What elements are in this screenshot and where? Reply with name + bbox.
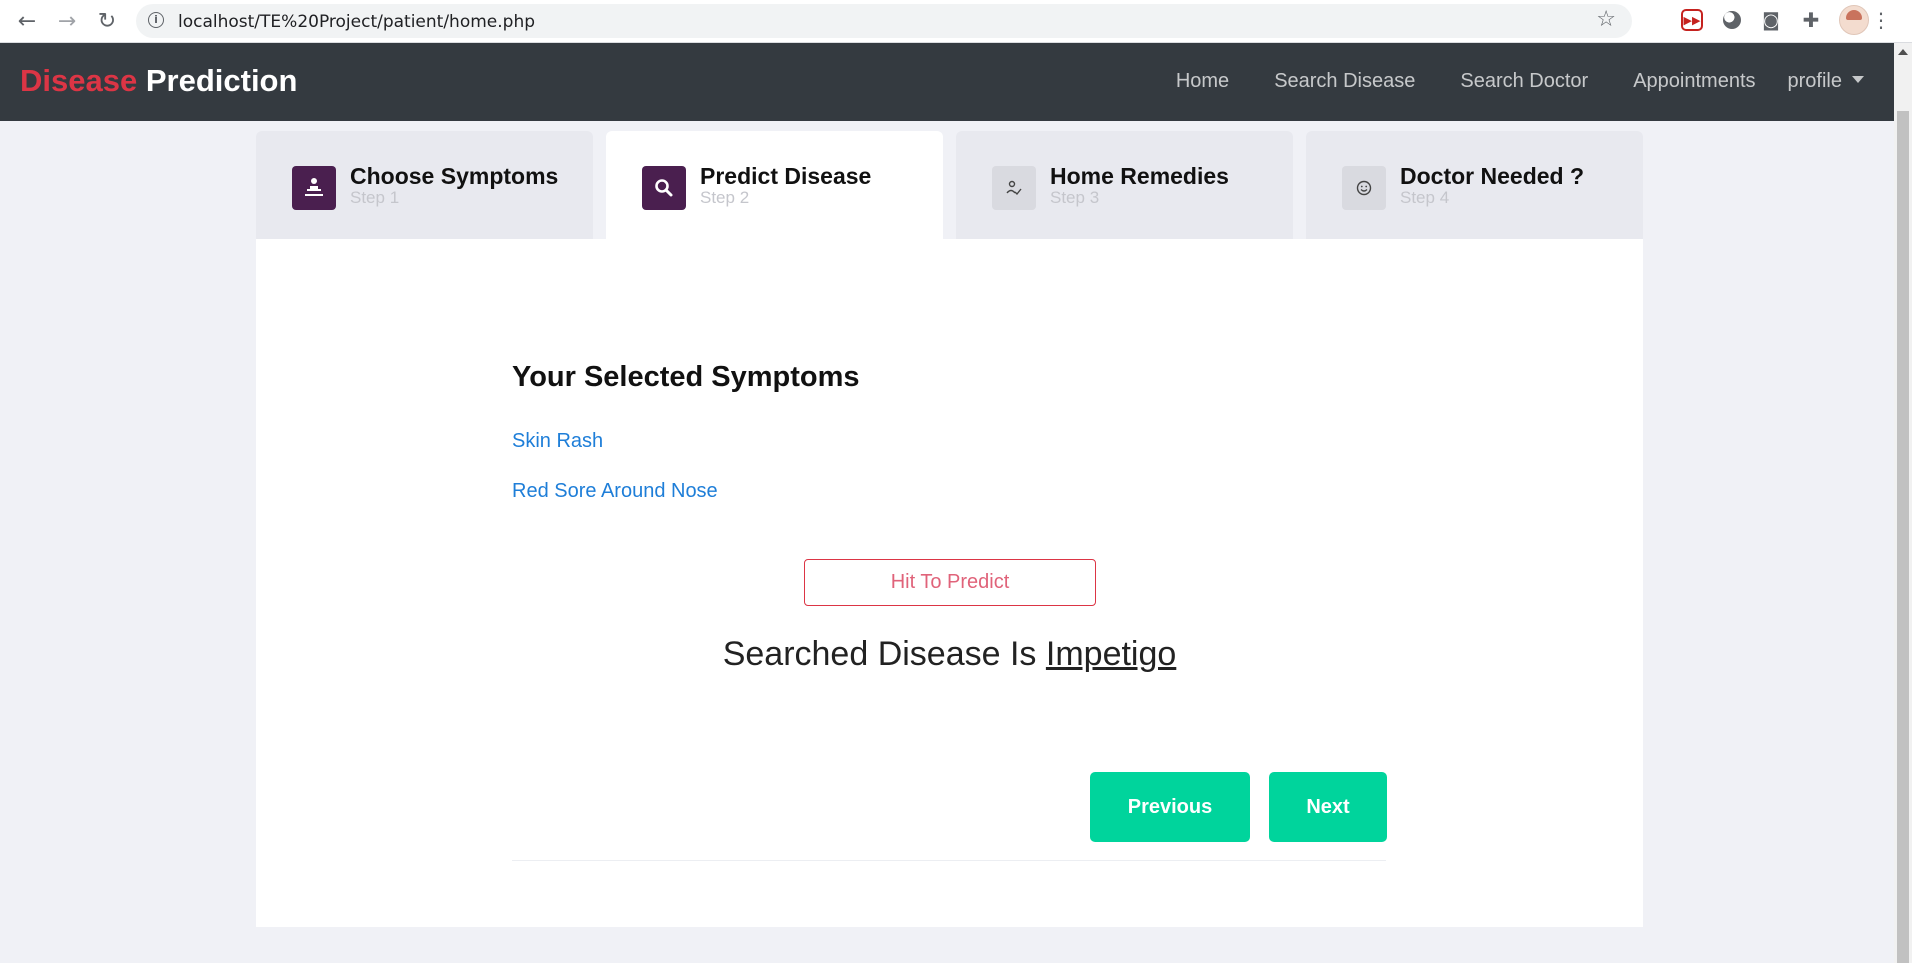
divider xyxy=(512,860,1386,861)
chevron-down-icon xyxy=(1852,76,1864,83)
profile-label: profile xyxy=(1787,70,1842,92)
bookmark-star-icon[interactable]: ☆ xyxy=(1596,7,1616,32)
browser-menu-icon[interactable]: ⋮ xyxy=(1870,8,1892,32)
extension-darkmode-icon[interactable] xyxy=(1721,9,1743,31)
symptom-item[interactable]: Red Sore Around Nose xyxy=(512,480,718,503)
extensions-puzzle-icon[interactable]: ✚ xyxy=(1800,8,1822,32)
tab-step: Step 1 xyxy=(350,188,400,207)
extension-camera-icon[interactable]: ◙ xyxy=(1760,9,1782,31)
nav-home[interactable]: Home xyxy=(1176,70,1229,93)
scrollbar-thumb[interactable] xyxy=(1897,111,1909,963)
signature-icon xyxy=(992,166,1036,210)
prediction-result: Searched Disease Is Impetigo xyxy=(256,635,1643,674)
site-navbar: Disease Prediction Home Search Disease S… xyxy=(0,43,1894,121)
nav-profile-dropdown[interactable]: profile xyxy=(1788,70,1864,93)
nav-links: Home Search Disease Search Doctor Appoin… xyxy=(1131,70,1864,93)
tab-title: Doctor Needed ? xyxy=(1400,163,1585,189)
tab-title: Choose Symptoms xyxy=(350,163,559,189)
site-info-icon[interactable]: i xyxy=(148,12,164,28)
result-prefix: Searched Disease Is xyxy=(722,635,1037,673)
forward-arrow-icon[interactable]: → xyxy=(52,6,82,36)
symptom-item[interactable]: Skin Rash xyxy=(512,430,603,453)
tab-title: Home Remedies xyxy=(1050,163,1229,189)
tab-title: Predict Disease xyxy=(700,163,872,189)
nav-search-disease[interactable]: Search Disease xyxy=(1274,70,1415,93)
brand-part-disease: Disease xyxy=(20,63,138,98)
back-arrow-icon[interactable]: ← xyxy=(12,6,42,36)
reload-icon[interactable]: ↻ xyxy=(92,6,122,36)
patient-icon xyxy=(292,166,336,210)
previous-button[interactable]: Previous xyxy=(1090,772,1250,842)
tab-predict-disease[interactable]: Predict Disease Step 2 xyxy=(606,131,943,239)
browser-toolbar: ← → ↻ i localhost/TE%20Project/patient/h… xyxy=(0,0,1912,43)
profile-avatar[interactable] xyxy=(1839,5,1869,35)
hit-to-predict-button[interactable]: Hit To Predict xyxy=(804,559,1096,606)
tab-doctor-needed[interactable]: Doctor Needed ? Step 4 xyxy=(1306,131,1643,239)
next-button[interactable]: Next xyxy=(1269,772,1387,842)
extension-media-icon[interactable]: ▶▶ xyxy=(1681,9,1703,31)
tab-choose-symptoms[interactable]: Choose Symptoms Step 1 xyxy=(256,131,593,239)
wizard-steps: Choose Symptoms Step 1 Predict Disease S… xyxy=(256,131,1643,239)
scroll-up-arrow-icon[interactable] xyxy=(1898,49,1908,55)
tab-step: Step 3 xyxy=(1050,188,1100,207)
symptoms-heading: Your Selected Symptoms xyxy=(512,361,860,393)
nav-appointments[interactable]: Appointments xyxy=(1633,70,1755,93)
tab-step: Step 2 xyxy=(700,188,750,207)
predicted-disease-link[interactable]: Impetigo xyxy=(1046,635,1176,673)
address-bar[interactable]: i localhost/TE%20Project/patient/home.ph… xyxy=(136,4,1632,38)
tab-step: Step 4 xyxy=(1400,188,1450,207)
page-scrollbar[interactable] xyxy=(1894,43,1912,963)
brand-part-prediction: Prediction xyxy=(145,63,298,98)
url-text[interactable]: localhost/TE%20Project/patient/home.php xyxy=(178,12,535,32)
tab-home-remedies[interactable]: Home Remedies Step 3 xyxy=(956,131,1293,239)
smile-icon xyxy=(1342,166,1386,210)
step-content-panel: Your Selected Symptoms Skin Rash Red Sor… xyxy=(256,239,1643,927)
brand-logo[interactable]: Disease Prediction xyxy=(20,63,297,99)
search-icon xyxy=(642,166,686,210)
nav-search-doctor[interactable]: Search Doctor xyxy=(1460,70,1588,93)
